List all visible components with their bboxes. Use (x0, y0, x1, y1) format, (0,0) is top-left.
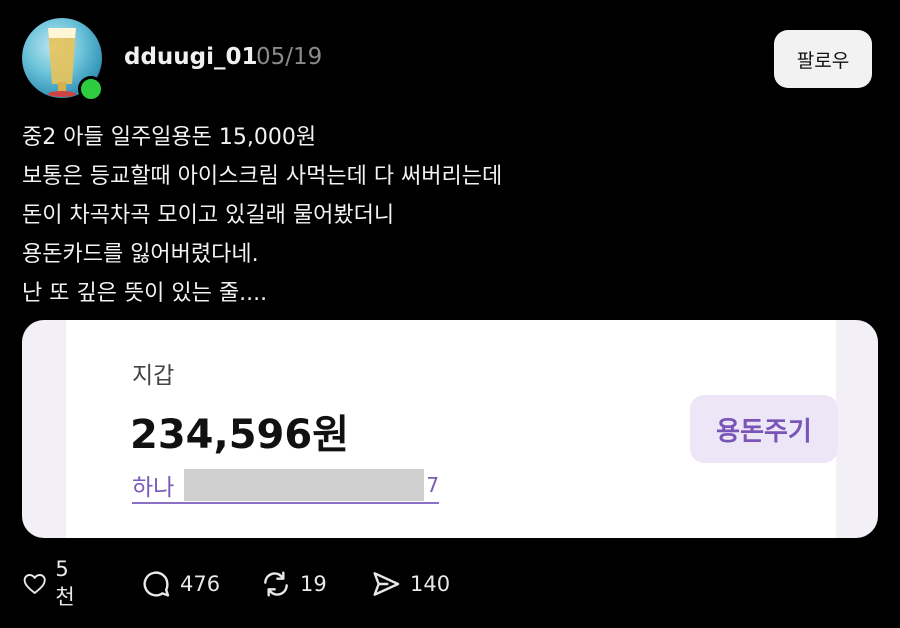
online-status-indicator (78, 76, 104, 102)
share-button[interactable]: 140 (370, 564, 450, 604)
post-line: 돈이 차곡차곡 모이고 있길래 물어봤더니 (22, 203, 395, 228)
username[interactable]: dduugi_01 (124, 44, 258, 70)
post-line: 보통은 등교할때 아이스크림 사먹는데 다 써버리는데 (22, 164, 503, 189)
heart-icon (23, 574, 46, 594)
give-allowance-button: 용돈주기 (690, 395, 838, 463)
account-bank-name: 하나 (132, 475, 175, 501)
share-icon (373, 572, 400, 596)
post-line: 난 또 깊은 뜻이 있는 줄.... (22, 281, 268, 306)
comment-icon (143, 571, 170, 597)
post-date: 05/19 (256, 44, 323, 70)
comment-button[interactable]: 476 (140, 564, 220, 604)
like-count: 5천 (55, 557, 75, 609)
repost-icon (264, 571, 288, 597)
follow-button[interactable]: 팔로우 (774, 30, 872, 88)
comment-count: 476 (180, 572, 221, 596)
share-count: 140 (410, 572, 451, 596)
like-button[interactable]: 5천 (22, 557, 81, 609)
wallet-label: 지갑 (132, 363, 175, 389)
post-body: 중2 아들 일주일용돈 15,000원 보통은 등교할때 아이스크림 사먹는데 … (22, 118, 502, 313)
post-line: 중2 아들 일주일용돈 15,000원 (22, 125, 317, 150)
wallet-card: 지갑 234,596원 하나 7 용돈주기 (66, 320, 838, 538)
repost-button[interactable]: 19 (260, 564, 327, 604)
account-number-tail: 7 (426, 473, 440, 497)
post-line: 용돈카드를 잃어버렸다네. (22, 242, 259, 267)
repost-count: 19 (300, 572, 327, 596)
attached-image[interactable]: 지갑 234,596원 하나 7 용돈주기 (22, 320, 878, 538)
wallet-balance: 234,596원 (130, 412, 349, 458)
redacted-account-number (184, 469, 425, 501)
account-link: 하나 7 (132, 468, 440, 504)
